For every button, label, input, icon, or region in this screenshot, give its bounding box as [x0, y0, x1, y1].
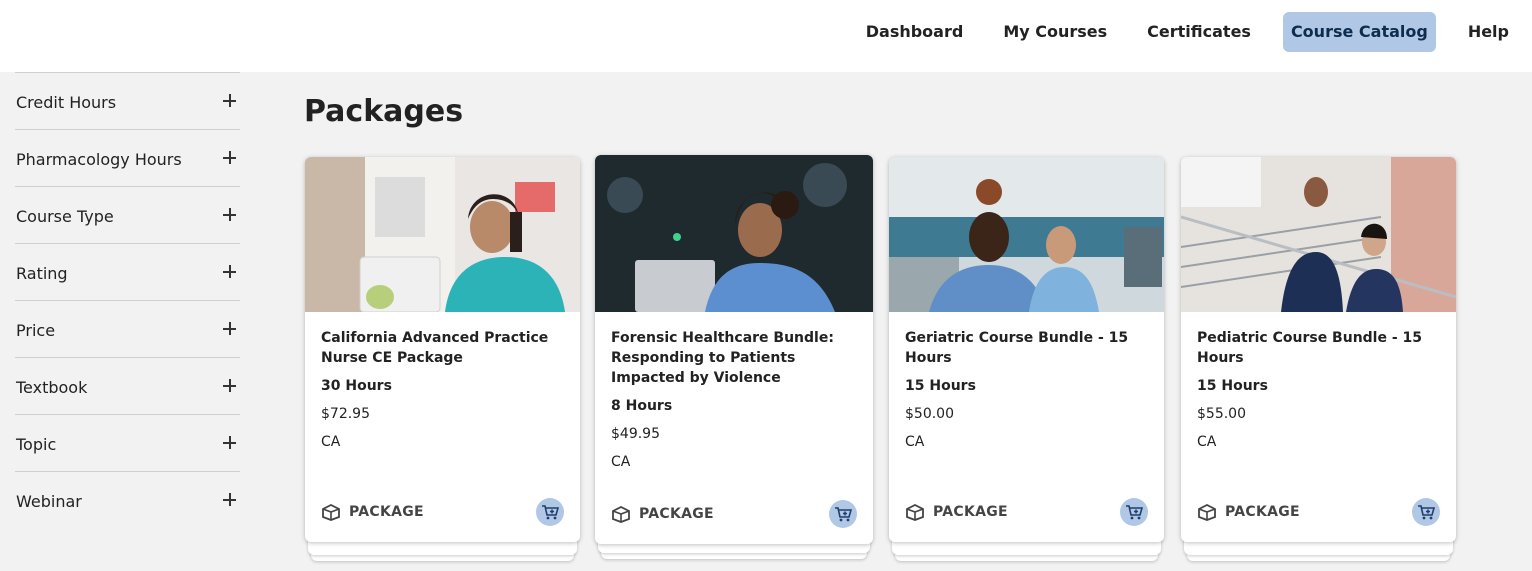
cart-plus-icon	[1126, 505, 1143, 520]
filter-textbook[interactable]: Textbook	[15, 357, 240, 414]
filter-label: Credit Hours	[16, 93, 117, 112]
package-type-label: PACKAGE	[639, 506, 714, 522]
nav-dashboard[interactable]: Dashboard	[858, 12, 972, 52]
cart-plus-icon	[1418, 505, 1435, 520]
card-hours: 15 Hours	[905, 378, 976, 394]
course-photo	[595, 155, 873, 312]
card-footer: PACKAGE	[1197, 498, 1440, 526]
package-card-body[interactable]: California Advanced Practice Nurse CE Pa…	[305, 157, 580, 542]
plus-icon[interactable]	[223, 265, 236, 278]
package-card-body[interactable]: Forensic Healthcare Bundle: Responding t…	[595, 155, 873, 544]
card-state: CA	[905, 434, 925, 450]
filter-pharmacology-hours[interactable]: Pharmacology Hours	[15, 129, 240, 186]
card-hours: 8 Hours	[611, 398, 673, 414]
filter-topic[interactable]: Topic	[15, 414, 240, 471]
filter-webinar[interactable]: Webinar	[15, 471, 240, 528]
plus-icon[interactable]	[223, 436, 236, 449]
page-title: Packages	[304, 94, 464, 129]
package-icon	[322, 503, 340, 521]
package-icon	[612, 505, 630, 523]
main-nav: Dashboard My Courses Certificates Course…	[834, 12, 1532, 52]
cart-plus-icon	[542, 505, 559, 520]
card-price: $55.00	[1197, 406, 1246, 422]
package-icon	[906, 503, 924, 521]
add-to-cart-button[interactable]	[1412, 498, 1440, 526]
package-card: Pediatric Course Bundle - 15 Hours 15 Ho…	[1181, 157, 1456, 561]
filter-label: Pharmacology Hours	[16, 150, 182, 169]
package-card: Forensic Healthcare Bundle: Responding t…	[595, 155, 873, 559]
package-card: California Advanced Practice Nurse CE Pa…	[305, 157, 580, 561]
course-photo	[305, 157, 580, 312]
nav-help[interactable]: Help	[1460, 12, 1517, 52]
nav-my-courses[interactable]: My Courses	[995, 12, 1115, 52]
card-price: $50.00	[905, 406, 954, 422]
plus-icon[interactable]	[223, 151, 236, 164]
card-hours: 15 Hours	[1197, 378, 1268, 394]
package-card-body[interactable]: Pediatric Course Bundle - 15 Hours 15 Ho…	[1181, 157, 1456, 542]
top-header: Dashboard My Courses Certificates Course…	[0, 0, 1532, 72]
card-title: Geriatric Course Bundle - 15 Hours	[905, 330, 1129, 366]
filter-label: Price	[16, 321, 56, 340]
filter-price[interactable]: Price	[15, 300, 240, 357]
filter-credit-hours[interactable]: Credit Hours	[15, 72, 240, 129]
filter-course-type[interactable]: Course Type	[15, 186, 240, 243]
package-card: Geriatric Course Bundle - 15 Hours 15 Ho…	[889, 157, 1164, 561]
card-state: CA	[611, 454, 631, 470]
card-price: $49.95	[611, 426, 660, 442]
course-photo	[889, 157, 1164, 312]
plus-icon[interactable]	[223, 322, 236, 335]
package-icon	[1198, 503, 1216, 521]
cart-plus-icon	[835, 507, 852, 522]
filter-label: Topic	[16, 435, 57, 454]
plus-icon[interactable]	[223, 493, 236, 506]
package-type-label: PACKAGE	[349, 504, 424, 520]
card-state: CA	[1197, 434, 1217, 450]
card-footer: PACKAGE	[321, 498, 564, 526]
course-photo	[1181, 157, 1456, 312]
package-type-label: PACKAGE	[1225, 504, 1300, 520]
plus-icon[interactable]	[223, 379, 236, 392]
card-price: $72.95	[321, 406, 370, 422]
package-type-label: PACKAGE	[933, 504, 1008, 520]
card-title: Pediatric Course Bundle - 15 Hours	[1197, 330, 1423, 366]
filter-sidebar: Credit Hours Pharmacology Hours Course T…	[0, 72, 240, 528]
add-to-cart-button[interactable]	[1120, 498, 1148, 526]
filter-label: Webinar	[16, 492, 82, 511]
card-title: Forensic Healthcare Bundle: Responding t…	[611, 330, 834, 386]
add-to-cart-button[interactable]	[829, 500, 857, 528]
card-state: CA	[321, 434, 341, 450]
card-footer: PACKAGE	[905, 498, 1148, 526]
card-hours: 30 Hours	[321, 378, 392, 394]
package-card-body[interactable]: Geriatric Course Bundle - 15 Hours 15 Ho…	[889, 157, 1164, 542]
add-to-cart-button[interactable]	[536, 498, 564, 526]
nav-certificates[interactable]: Certificates	[1139, 12, 1259, 52]
plus-icon[interactable]	[223, 94, 236, 107]
nav-course-catalog[interactable]: Course Catalog	[1282, 12, 1436, 52]
filter-label: Textbook	[16, 378, 88, 397]
filter-label: Course Type	[16, 207, 114, 226]
card-footer: PACKAGE	[611, 500, 857, 528]
filter-rating[interactable]: Rating	[15, 243, 240, 300]
plus-icon[interactable]	[223, 208, 236, 221]
filter-label: Rating	[16, 264, 68, 283]
card-title: California Advanced Practice Nurse CE Pa…	[321, 330, 549, 366]
